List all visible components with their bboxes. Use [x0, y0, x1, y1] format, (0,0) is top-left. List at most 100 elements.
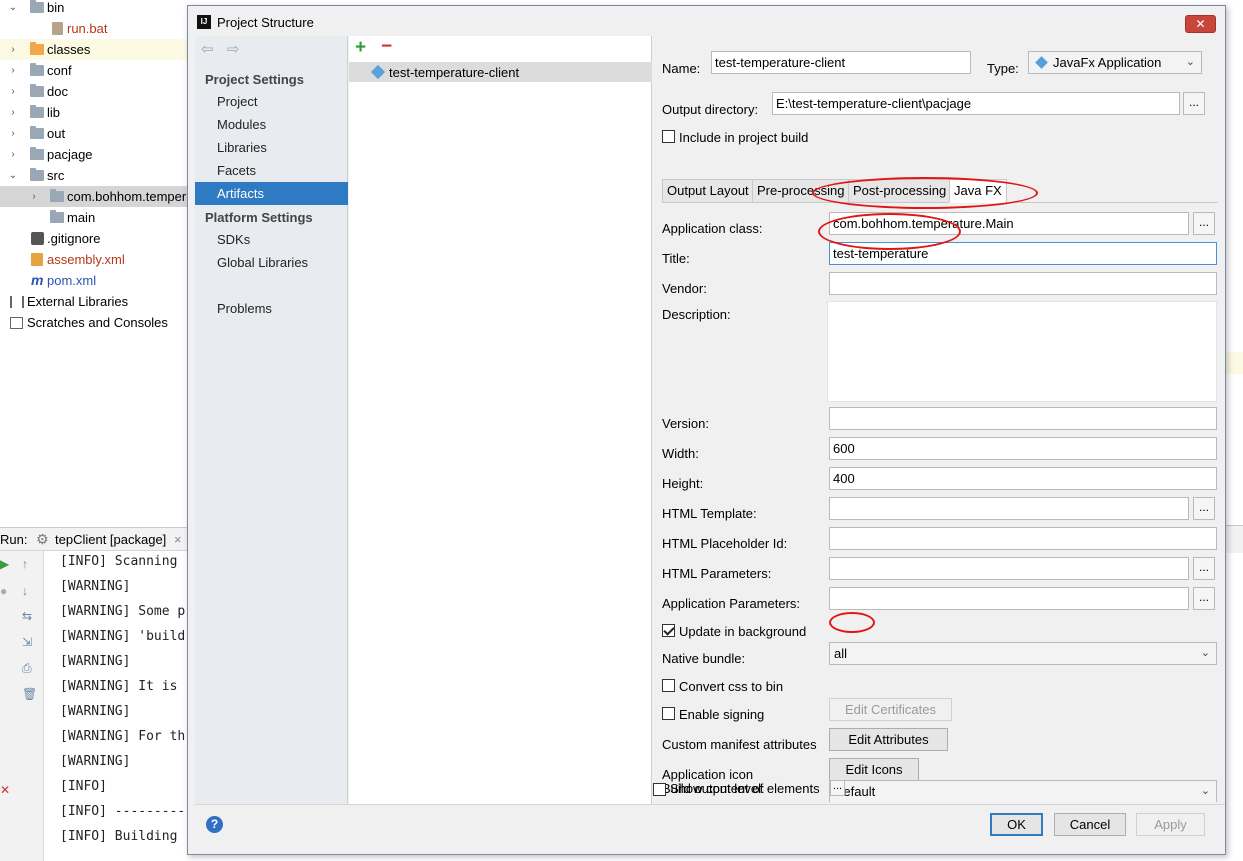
remove-icon[interactable]: −: [381, 36, 392, 58]
tab-output-layout[interactable]: Output Layout: [662, 179, 754, 203]
tree-item-label: Scratches and Consoles: [27, 315, 168, 330]
sidebar-item-global-libraries[interactable]: Global Libraries: [195, 251, 348, 274]
tree-item-doc[interactable]: › doc: [0, 81, 187, 102]
name-input[interactable]: test-temperature-client: [711, 51, 971, 74]
up-arrow-icon[interactable]: ↑: [22, 557, 28, 571]
stop-icon[interactable]: ●: [0, 584, 7, 598]
tab-pre-processing[interactable]: Pre-processing: [752, 179, 850, 203]
tree-item-main[interactable]: main: [0, 207, 187, 228]
console-line: [WARNING] Some p: [60, 604, 186, 619]
down-arrow-icon[interactable]: ↓: [22, 584, 28, 598]
tree-item-conf[interactable]: › conf: [0, 60, 187, 81]
cancel-button[interactable]: Cancel: [1054, 813, 1126, 836]
ok-button[interactable]: OK: [990, 813, 1043, 836]
tab-java-fx[interactable]: Java FX: [949, 179, 1007, 203]
chevron-right-icon[interactable]: ›: [8, 144, 18, 165]
build-output-select[interactable]: Default ⌄: [829, 780, 1217, 802]
close-button[interactable]: ✕: [1185, 15, 1216, 33]
chevron-down-icon[interactable]: ⌄: [8, 0, 18, 18]
add-icon[interactable]: +: [355, 37, 366, 59]
browse-button[interactable]: ...: [1193, 557, 1215, 580]
application-class-input[interactable]: com.bohhom.temperature.Main: [829, 212, 1189, 235]
sidebar-item-sdks[interactable]: SDKs: [195, 228, 348, 251]
browse-button[interactable]: ...: [1193, 587, 1215, 610]
update-in-background-checkbox[interactable]: [662, 624, 675, 637]
tree-item-out[interactable]: › out: [0, 123, 187, 144]
height-input[interactable]: 400: [829, 467, 1217, 490]
tree-item-external-libraries[interactable]: External Libraries: [0, 291, 187, 312]
title-label: Title:: [662, 251, 690, 266]
tree-item-run-bat[interactable]: run.bat: [0, 18, 187, 39]
folder-icon: [30, 84, 44, 97]
git-file-icon: [31, 232, 44, 245]
version-input[interactable]: [829, 407, 1217, 430]
html-parameters-input[interactable]: [829, 557, 1189, 580]
edit-attributes-button[interactable]: Edit Attributes: [829, 728, 948, 751]
tree-item-gitignore[interactable]: .gitignore: [0, 228, 187, 249]
chevron-right-icon[interactable]: ›: [8, 102, 18, 123]
tree-item-label: doc: [47, 84, 68, 99]
enable-signing-checkbox[interactable]: [662, 707, 675, 720]
output-directory-input[interactable]: E:\test-temperature-client\pacjage: [772, 92, 1180, 115]
chevron-right-icon[interactable]: ›: [8, 123, 18, 144]
chevron-right-icon[interactable]: ›: [8, 60, 18, 81]
forward-arrow-icon[interactable]: ⇨: [227, 40, 240, 58]
native-bundle-select[interactable]: all ⌄: [829, 642, 1217, 665]
scroll-end-icon[interactable]: ⇲: [22, 635, 32, 649]
sidebar-item-artifacts[interactable]: Artifacts: [195, 182, 348, 205]
chevron-down-icon[interactable]: ⌄: [8, 165, 18, 186]
tree-item-bin[interactable]: ⌄ bin: [0, 0, 187, 18]
tree-item-scratches[interactable]: Scratches and Consoles: [0, 312, 187, 333]
native-bundle-label: Native bundle:: [662, 651, 746, 666]
edit-certificates-button[interactable]: Edit Certificates: [829, 698, 952, 721]
description-textarea[interactable]: [827, 301, 1217, 402]
print-icon[interactable]: ⎙: [22, 661, 32, 676]
title-input[interactable]: test-temperature: [829, 242, 1217, 265]
app-parameters-input[interactable]: [829, 587, 1189, 610]
chevron-right-icon[interactable]: ›: [8, 39, 18, 60]
show-content-options-button[interactable]: ...: [830, 780, 845, 796]
tab-post-processing[interactable]: Post-processing: [848, 179, 952, 203]
tree-item-classes[interactable]: › classes: [0, 39, 187, 60]
html-placeholder-input[interactable]: [829, 527, 1217, 550]
sidebar-item-project[interactable]: Project: [195, 90, 348, 113]
vendor-input[interactable]: [829, 272, 1217, 295]
bat-file-icon: [52, 22, 63, 35]
width-input[interactable]: 600: [829, 437, 1217, 460]
close-icon[interactable]: ✕: [0, 783, 10, 797]
close-icon[interactable]: ×: [174, 532, 182, 547]
tree-item-pom-xml[interactable]: m pom.xml: [0, 270, 187, 291]
trash-icon[interactable]: 🗑: [22, 687, 37, 701]
sidebar-item-problems[interactable]: Problems: [195, 297, 348, 320]
tree-item-src[interactable]: ⌄ src: [0, 165, 187, 186]
sidebar-item-modules[interactable]: Modules: [195, 113, 348, 136]
browse-button[interactable]: ...: [1183, 92, 1205, 115]
tree-item-package[interactable]: › com.bohhom.temper: [0, 186, 187, 207]
intellij-icon: IJ: [197, 15, 211, 29]
sidebar-item-libraries[interactable]: Libraries: [195, 136, 348, 159]
back-arrow-icon[interactable]: ⇦: [201, 40, 214, 58]
apply-button[interactable]: Apply: [1136, 813, 1205, 836]
browse-button[interactable]: ...: [1193, 497, 1215, 520]
chevron-right-icon[interactable]: ›: [8, 81, 18, 102]
run-toolbar-left: ▶ ↑ ● ↓ ⇆ ⇲ ⎙ 🗑 ✕: [0, 551, 44, 861]
dialog-title-bar[interactable]: IJ Project Structure ✕: [188, 6, 1225, 36]
show-content-label: Show content of elements: [670, 781, 820, 796]
html-template-input[interactable]: [829, 497, 1189, 520]
type-select[interactable]: JavaFx Application ⌄: [1028, 51, 1202, 74]
chevron-right-icon[interactable]: ›: [29, 186, 39, 207]
rerun-icon[interactable]: ▶: [0, 557, 9, 571]
tree-item-assembly-xml[interactable]: assembly.xml: [0, 249, 187, 270]
run-tab-label[interactable]: tepClient [package]: [55, 532, 166, 547]
sidebar-item-facets[interactable]: Facets: [195, 159, 348, 182]
show-content-checkbox[interactable]: [653, 783, 666, 796]
browse-button[interactable]: ...: [1193, 212, 1215, 235]
soft-wrap-icon[interactable]: ⇆: [22, 609, 32, 623]
convert-css-checkbox[interactable]: [662, 679, 675, 692]
tree-item-pacjage[interactable]: › pacjage: [0, 144, 187, 165]
artifact-list-item[interactable]: test-temperature-client: [349, 62, 652, 82]
version-label: Version:: [662, 416, 709, 431]
tree-item-lib[interactable]: › lib: [0, 102, 187, 123]
include-in-build-checkbox[interactable]: [662, 130, 675, 143]
help-icon[interactable]: ?: [206, 816, 223, 833]
